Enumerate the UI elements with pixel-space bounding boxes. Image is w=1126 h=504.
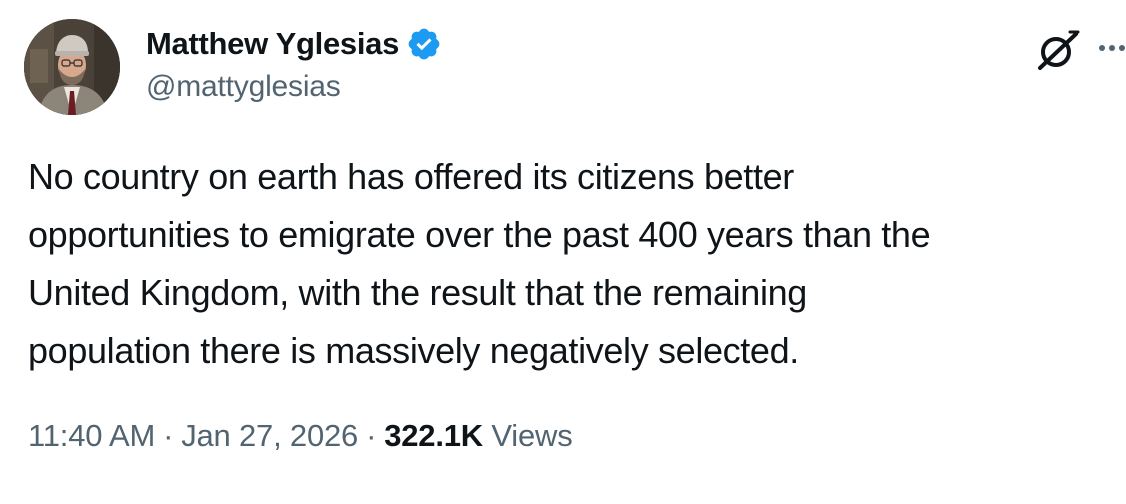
tweet-text: No country on earth has offered its citi… <box>28 156 931 371</box>
grok-icon[interactable] <box>1034 26 1082 74</box>
avatar-image <box>24 19 120 115</box>
meta-separator: · <box>366 418 377 453</box>
author-handle[interactable]: @mattyglesias <box>146 70 442 104</box>
tweet-card: Matthew Yglesias @mattyglesias No countr… <box>0 0 1126 504</box>
views-label[interactable]: Views <box>491 418 572 453</box>
meta-separator: · <box>163 418 174 453</box>
name-row: Matthew Yglesias <box>146 22 442 66</box>
author-display-name[interactable]: Matthew Yglesias <box>146 26 399 62</box>
tweet-date[interactable]: Jan 27, 2026 <box>181 418 358 453</box>
tweet-meta: 11:40 AM · Jan 27, 2026 · 322.1K Views <box>28 418 573 454</box>
verified-badge-icon[interactable] <box>406 26 442 62</box>
more-options-icon[interactable] <box>1098 38 1126 58</box>
views-count[interactable]: 322.1K <box>384 418 483 453</box>
tweet-time[interactable]: 11:40 AM <box>28 418 155 453</box>
avatar[interactable] <box>24 19 120 115</box>
tweet-header: Matthew Yglesias @mattyglesias <box>146 22 442 104</box>
